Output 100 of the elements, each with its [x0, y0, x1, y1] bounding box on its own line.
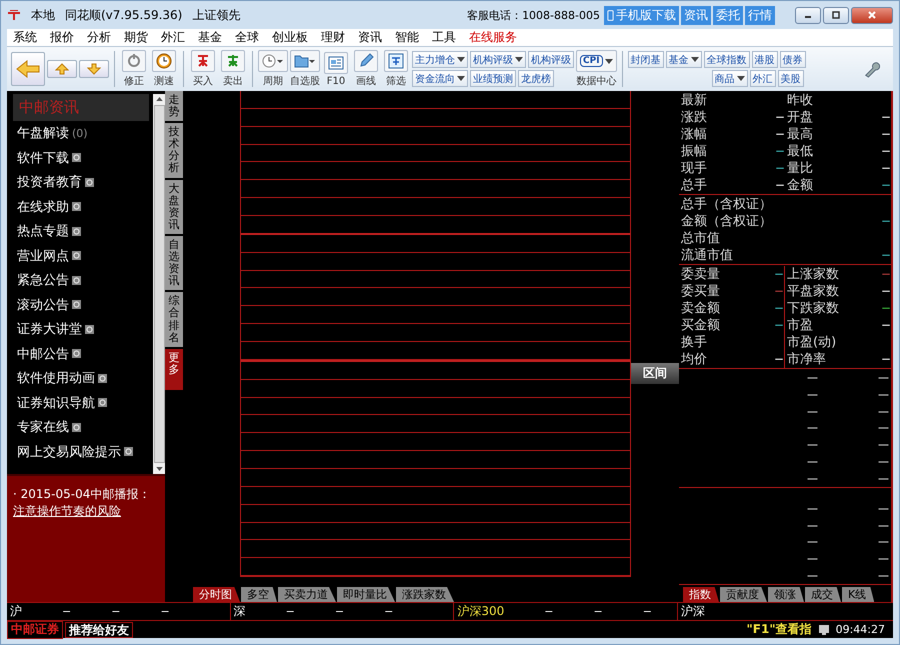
recommend-button[interactable]: 推荐给好友: [65, 622, 133, 638]
quote-label: 最低: [786, 143, 814, 160]
market-button[interactable]: 债券: [780, 51, 806, 68]
back-button[interactable]: [11, 52, 45, 86]
quote-label: 流通市值: [680, 247, 734, 264]
toolbar-text-button[interactable]: 主力增仓: [412, 51, 468, 68]
menu-item[interactable]: 全球: [235, 29, 259, 46]
sidebar-link[interactable]: 证券知识导航: [17, 394, 95, 412]
side-tab[interactable]: 指数: [683, 587, 719, 602]
sidebar-link[interactable]: 软件下载: [17, 148, 69, 167]
sidebar-link[interactable]: 专家在线: [17, 418, 69, 436]
market-button[interactable]: 美股: [778, 70, 804, 87]
quote-label: 振幅: [680, 143, 708, 160]
sidebar-link[interactable]: 营业网点: [17, 246, 69, 265]
toolbar-text-button[interactable]: 机构评级: [528, 51, 574, 68]
menu-item[interactable]: 系统: [13, 29, 37, 46]
sidebar-link[interactable]: 证券大讲堂: [17, 320, 82, 338]
news-link[interactable]: 注意操作节奏的风险: [13, 504, 121, 518]
vertical-tab[interactable]: 更多: [165, 348, 183, 390]
toolbar-button[interactable]: 测速: [150, 50, 178, 88]
sidebar-link[interactable]: 软件使用动画: [17, 369, 95, 388]
market-button[interactable]: 封闭基: [628, 51, 664, 68]
chart-tab[interactable]: 买卖力道: [278, 587, 336, 602]
toolbar-button[interactable]: 筛选: [382, 50, 410, 88]
chart-tab[interactable]: 多空: [241, 587, 277, 602]
toolbar-text-button[interactable]: 资金流向: [412, 70, 468, 87]
market-button[interactable]: 全球指数: [704, 51, 750, 68]
toolbar-text-button[interactable]: 业绩预测: [470, 70, 516, 87]
vertical-tab[interactable]: 走势: [165, 91, 183, 122]
maximize-button[interactable]: [823, 6, 849, 24]
scrollbar[interactable]: [153, 94, 165, 474]
market-button[interactable]: 商品: [712, 70, 748, 87]
toolbar-button[interactable]: 画线: [352, 50, 380, 88]
toolbar-text-button[interactable]: 机构评级: [470, 51, 526, 68]
wrench-icon[interactable]: [863, 60, 881, 78]
scroll-down-icon[interactable]: [156, 467, 162, 471]
scroll-up-icon[interactable]: [156, 97, 162, 101]
index-name[interactable]: 沪深: [681, 603, 706, 620]
sidebar-link[interactable]: 在线求助: [17, 198, 69, 216]
menu-item[interactable]: 资讯: [358, 29, 382, 46]
index-name[interactable]: 沪: [10, 603, 22, 620]
sidebar-link[interactable]: 午盘解读: [17, 124, 69, 142]
index-name[interactable]: 沪深300: [457, 603, 504, 620]
sidebar-link[interactable]: 滚动公告: [17, 296, 69, 314]
menu-item[interactable]: 创业板: [272, 29, 308, 46]
side-tab[interactable]: 领涨: [768, 587, 804, 602]
quote-value: −: [880, 126, 891, 140]
toolbar-button[interactable]: 卖出: [219, 50, 247, 88]
index-name[interactable]: 深: [234, 603, 246, 620]
menu-item[interactable]: 智能: [395, 29, 419, 46]
sidebar-link[interactable]: 紧急公告: [17, 271, 69, 290]
minimize-button[interactable]: [795, 6, 821, 24]
chart-tab[interactable]: 分时图: [193, 587, 240, 602]
broker-name: 中邮证券: [7, 620, 63, 638]
e-badge-icon: [72, 422, 81, 432]
vertical-tab[interactable]: 自选资讯: [165, 236, 183, 290]
page-up-button[interactable]: [47, 60, 77, 78]
index-value: −: [286, 605, 295, 618]
quote-value: −: [880, 110, 891, 124]
page-down-button[interactable]: [79, 60, 109, 78]
market-button[interactable]: 基金: [666, 51, 702, 68]
sidebar-link[interactable]: 中邮公告: [17, 344, 69, 363]
side-tab[interactable]: 成交: [805, 587, 841, 602]
vertical-tab[interactable]: 综合排名: [165, 292, 183, 347]
market-button[interactable]: 外汇: [750, 70, 776, 87]
vertical-tab[interactable]: 大盘资讯: [165, 180, 183, 234]
clock-icon: [156, 53, 172, 69]
buy-glyph-icon: [195, 53, 211, 69]
e-badge-icon: [72, 153, 81, 162]
menu-item[interactable]: 基金: [198, 29, 222, 46]
menu-item[interactable]: 理财: [321, 29, 345, 46]
menu-item[interactable]: 期货: [124, 29, 148, 46]
range-button[interactable]: 区间: [631, 363, 679, 384]
sidebar-link[interactable]: 投资者教育: [17, 173, 82, 192]
quote-label: 换手: [680, 334, 708, 351]
menu-item[interactable]: 在线服务: [469, 29, 517, 46]
chart-tab[interactable]: 即时量比: [337, 587, 395, 602]
side-tab[interactable]: 贡献度: [720, 587, 767, 602]
toolbar-button[interactable]: 买入: [189, 50, 217, 88]
sidebar-link[interactable]: 网上交易风险提示: [17, 442, 121, 461]
vertical-tab[interactable]: 技术分析: [165, 123, 183, 178]
menu-item[interactable]: 分析: [87, 29, 111, 46]
toolbar-button[interactable]: 修正: [120, 50, 148, 88]
depth-value: —: [878, 438, 889, 452]
market-button[interactable]: 港股: [752, 51, 778, 68]
quote-label: 总市值: [680, 230, 721, 247]
e-badge-icon: [85, 178, 94, 187]
sidebar-link[interactable]: 热点专题: [17, 222, 69, 240]
chart-tab[interactable]: 涨跌家数: [396, 587, 454, 602]
quote-label: 开盘: [786, 109, 814, 126]
close-button[interactable]: [851, 6, 893, 24]
menu-item[interactable]: 报价: [50, 29, 74, 46]
side-tab[interactable]: K线: [842, 587, 874, 602]
sidebar-header: 中邮资讯: [13, 94, 149, 121]
toolbar-text-button[interactable]: 龙虎榜: [518, 70, 554, 87]
menu-item[interactable]: 工具: [432, 29, 456, 46]
menu-item[interactable]: 外汇: [161, 29, 185, 46]
depth-value: —: [878, 455, 889, 468]
quote-label: 买金额: [680, 317, 721, 334]
clock-time: 09:44:27: [836, 623, 885, 636]
